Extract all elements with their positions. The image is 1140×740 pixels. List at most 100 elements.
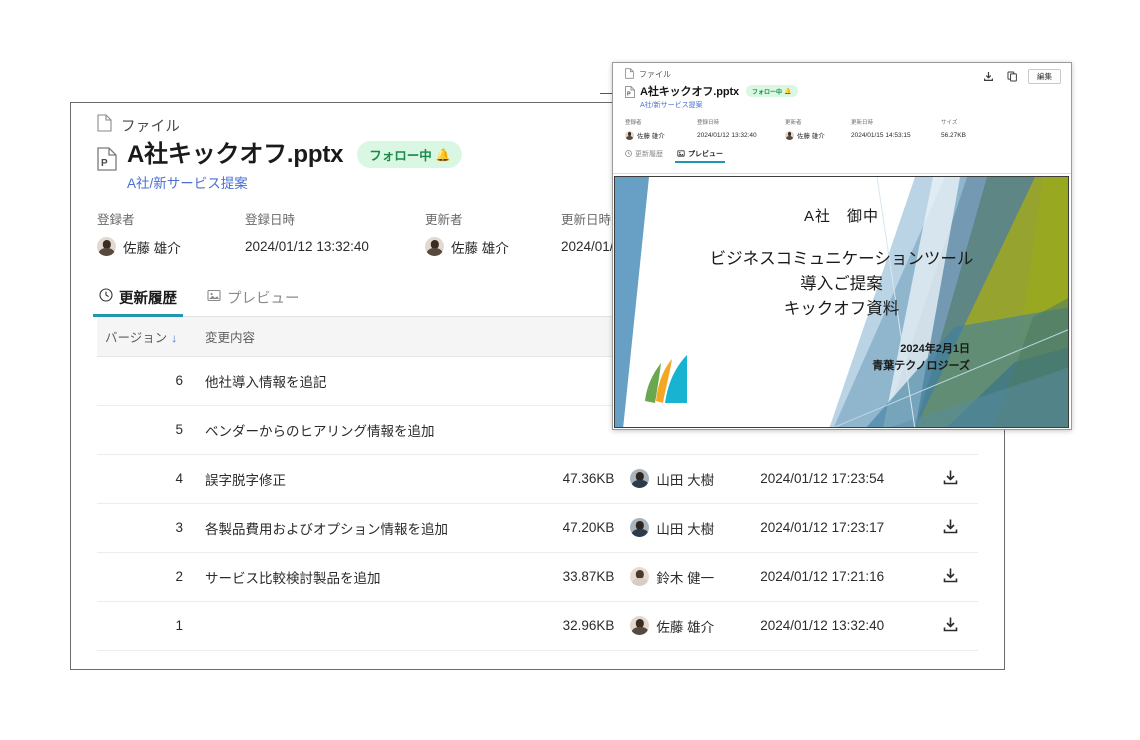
meta-value-updated-by: 佐藤 雄介	[425, 237, 561, 257]
cell-size	[526, 405, 623, 455]
clock-icon	[625, 149, 632, 159]
avatar	[630, 616, 650, 636]
sailboat-logo	[645, 355, 687, 403]
screenshot-root: ファイル P A社キックオフ.pptx フォロー中 🔔 A社/新サービス提案 登…	[0, 0, 1140, 740]
file-path-link[interactable]: A社/新サービス提案	[127, 172, 462, 192]
slide-heading: A社 御中	[803, 208, 879, 225]
cell-user-label: 山田 大樹	[656, 472, 715, 488]
bell-icon: 🔔	[784, 88, 792, 95]
popup-tab-label: プレビュー	[688, 151, 723, 158]
popup-meta-header-registered-by: 登録者	[625, 120, 642, 126]
avatar	[625, 130, 634, 140]
download-icon[interactable]	[942, 518, 959, 535]
svg-text:P: P	[627, 92, 631, 98]
image-icon	[677, 149, 685, 159]
follow-status-badge[interactable]: フォロー中 🔔	[357, 141, 462, 169]
cell-download	[922, 552, 978, 602]
cell-user: 佐藤 雄介	[622, 601, 753, 651]
avatar	[630, 469, 650, 489]
table-row[interactable]: 2 サービス比較検討製品を追加 33.87KB 鈴木 健一 2024/01/12…	[97, 552, 978, 602]
powerpoint-file-icon: P	[97, 147, 117, 176]
popup-file-header: P A社キックオフ.pptx フォロー中 🔔 A社/新サービス提案	[625, 83, 1059, 110]
tab-update-history[interactable]: 更新履歴	[93, 283, 183, 317]
download-icon[interactable]	[942, 469, 959, 486]
popup-follow-status-badge[interactable]: フォロー中 🔔	[746, 85, 798, 97]
edit-button[interactable]: 編集	[1028, 69, 1061, 84]
sort-arrow-icon: ↓	[171, 330, 178, 345]
slide-footer: 2024年2月1日 青葉テクノロジーズ	[872, 341, 970, 375]
slide-preview-area: A社 御中 ビジネスコミュニケーションツール 導入ご提案 キックオフ資料 202…	[613, 173, 1071, 429]
popup-page-title: A社キックオフ.pptx	[640, 86, 740, 98]
cell-size: 32.96KB	[526, 601, 623, 651]
cell-version: 6	[97, 356, 197, 406]
slide-canvas[interactable]: A社 御中 ビジネスコミュニケーションツール 導入ご提案 キックオフ資料 202…	[614, 176, 1069, 428]
file-icon	[625, 66, 634, 84]
table-row[interactable]: 1 32.96KB 佐藤 雄介 2024/01/12 13:32:40	[97, 601, 978, 651]
popup-meta-value-updated-by: 佐藤 雄介	[785, 130, 851, 140]
avatar	[630, 567, 650, 587]
popup-file-meta: 登録者 登録日時 更新者 更新日時 サイズ 佐藤 雄介 2024/01/12 1…	[625, 118, 1059, 140]
popup-meta-value-registered-at: 2024/01/12 13:32:40	[697, 131, 757, 139]
slide-subtitle-line-3: キックオフ資料	[783, 299, 900, 318]
column-header-version[interactable]: バージョン ↓	[97, 316, 197, 357]
avatar	[630, 518, 650, 538]
popup-tab-update-history[interactable]: 更新履歴	[625, 149, 663, 163]
slide-date: 2024年2月1日	[900, 343, 970, 355]
cell-version: 3	[97, 503, 197, 553]
popup-tab-preview[interactable]: プレビュー	[675, 149, 725, 163]
popup-meta-header-size: サイズ	[941, 120, 958, 126]
table-row[interactable]: 4 誤字脱字修正 47.36KB 山田 大樹 2024/01/12 17:23:…	[97, 454, 978, 504]
cell-user: 山田 大樹	[622, 503, 753, 553]
file-icon	[97, 113, 112, 137]
cell-description: ベンダーからのヒアリング情報を追加	[196, 405, 527, 455]
meta-header-updated-by: 更新者	[425, 212, 463, 227]
popup-meta-value-size: 56.27KB	[941, 131, 966, 139]
popup-detail-tabs: 更新履歴 プレビュー	[625, 149, 1059, 163]
popup-meta-value-updated-at: 2024/01/15 14:53:15	[851, 131, 911, 139]
svg-text:P: P	[101, 158, 108, 169]
cell-user-label: 山田 大樹	[656, 521, 715, 537]
slide-subtitle-line-1: ビジネスコミュニケーションツール	[709, 250, 974, 268]
popup-breadcrumb-label: ファイル	[639, 70, 671, 79]
avatar	[785, 130, 794, 140]
cell-version: 1	[97, 601, 197, 651]
popup-tab-label: 更新履歴	[635, 151, 663, 158]
cell-user-label: 佐藤 雄介	[656, 619, 715, 635]
avatar	[97, 237, 116, 257]
cell-download	[922, 601, 978, 651]
column-header-size	[526, 316, 623, 357]
download-icon[interactable]	[942, 567, 959, 584]
popup-updated-by-name: 佐藤 雄介	[797, 133, 825, 140]
meta-value-registered-by: 佐藤 雄介	[97, 237, 245, 257]
breadcrumb-label: ファイル	[121, 118, 181, 135]
slide-company: 青葉テクノロジーズ	[872, 360, 970, 373]
table-row[interactable]: 3 各製品費用およびオプション情報を追加 47.20KB 山田 大樹 2024/…	[97, 503, 978, 553]
cell-version: 5	[97, 405, 197, 455]
popup-file-path-link[interactable]: A社/新サービス提案	[640, 100, 798, 110]
popup-meta-value-registered-by: 佐藤 雄介	[625, 130, 697, 140]
bell-icon: 🔔	[435, 147, 451, 162]
cell-size: 33.87KB	[526, 552, 623, 602]
cell-description: 誤字脱字修正	[196, 454, 527, 504]
copy-icon[interactable]	[1004, 69, 1021, 84]
column-header-description[interactable]: 変更内容	[196, 316, 527, 357]
popup-follow-badge-label: フォロー中	[752, 89, 783, 96]
cell-size: 47.20KB	[526, 503, 623, 553]
tab-label: 更新履歴	[119, 290, 177, 307]
cell-version: 4	[97, 454, 197, 504]
powerpoint-file-icon: P	[625, 85, 635, 103]
avatar	[425, 237, 444, 257]
cell-description: 各製品費用およびオプション情報を追加	[196, 503, 527, 553]
tab-preview[interactable]: プレビュー	[205, 283, 302, 316]
follow-badge-label: フォロー中	[369, 149, 432, 164]
cell-description: 他社導入情報を追記	[196, 356, 527, 406]
popup-registered-by-name: 佐藤 雄介	[637, 133, 665, 140]
meta-header-registered-at: 登録日時	[245, 212, 296, 227]
download-icon[interactable]	[942, 616, 959, 633]
popup-meta-header-updated-by: 更新者	[785, 120, 802, 126]
download-icon[interactable]	[980, 69, 997, 84]
meta-value-registered-at: 2024/01/12 13:32:40	[245, 239, 369, 255]
image-icon	[207, 289, 221, 306]
cell-date: 2024/01/12 17:23:54	[752, 454, 923, 504]
updated-by-name: 佐藤 雄介	[451, 240, 509, 256]
